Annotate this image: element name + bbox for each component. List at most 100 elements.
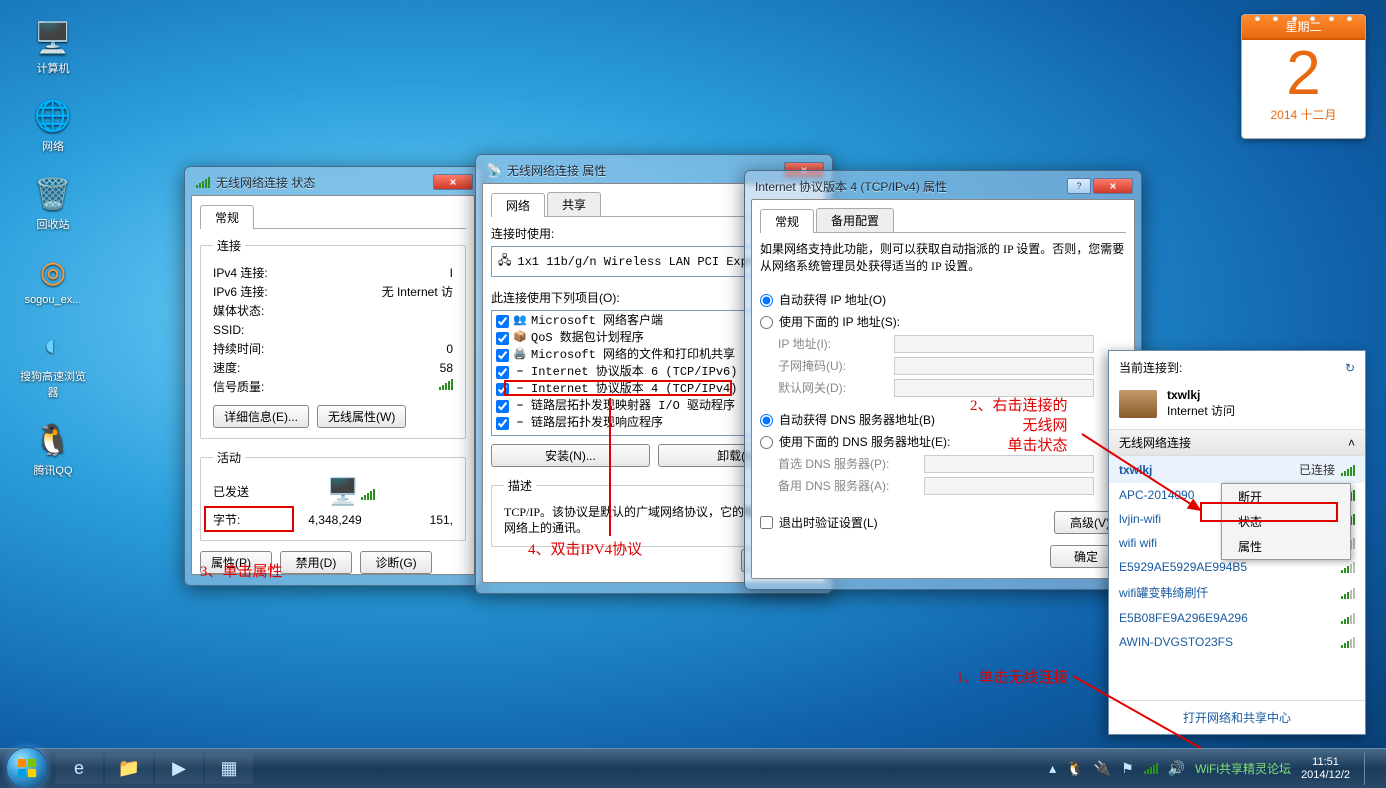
desktop-icon-network[interactable]: 🌐网络 [18, 96, 88, 154]
ipv4-label: IPv4 连接: [213, 264, 268, 283]
radio-manual-dns[interactable] [760, 436, 773, 449]
taskbar-pin-explorer[interactable]: 📁 [105, 754, 153, 784]
tray-power-icon[interactable]: 🔌 [1094, 760, 1111, 777]
radio-manual-ip[interactable] [760, 316, 773, 329]
dns1-label: 首选 DNS 服务器(P): [778, 453, 918, 475]
tab-network[interactable]: 网络 [491, 193, 545, 217]
desktop-icon-computer[interactable]: 🖥️计算机 [18, 18, 88, 76]
help-button[interactable]: ? [1067, 178, 1091, 194]
open-network-center-link[interactable]: 打开网络和共享中心 [1109, 700, 1365, 734]
start-button[interactable] [6, 747, 48, 788]
bytes-label: 字节: [213, 511, 240, 530]
share-icon: 🖨️ [513, 349, 527, 363]
signal-quality-label: 信号质量: [213, 378, 264, 397]
desktop-icon-sogou-browser[interactable]: ◐搜狗高速浏览器 [18, 326, 88, 400]
signal-icon [1341, 464, 1355, 476]
ctx-disconnect[interactable]: 断开 [1222, 484, 1350, 509]
taskbar[interactable]: e 📁 ▶ ▦ ▴ 🐧 🔌 ⚑ 🔊 WiFi共享精灵论坛 11:51 2014/… [0, 748, 1386, 788]
properties-button[interactable]: 属性(P) [200, 551, 272, 574]
tab-general[interactable]: 常规 [200, 205, 254, 229]
mask-input [894, 357, 1094, 375]
ie-icon: e [74, 758, 84, 779]
window-wifi-status[interactable]: 无线网络连接 状态 ✕ 常规 连接 IPv4 连接:I IPv6 连接:无 In… [184, 166, 482, 586]
ip-label: IP 地址(I): [778, 333, 888, 355]
install-button[interactable]: 安装(N)... [491, 444, 650, 467]
adapter-icon: 📡 [486, 162, 502, 178]
taskbar-pin-app[interactable]: ▦ [205, 754, 253, 784]
windows-logo-icon [16, 757, 38, 779]
tab-sharing[interactable]: 共享 [547, 192, 601, 216]
dns2-input [924, 477, 1094, 495]
ipv6-value: 无 Internet 访 [382, 283, 453, 302]
wireless-props-button[interactable]: 无线属性(W) [317, 405, 406, 428]
wifi-flyout[interactable]: 当前连接到: ↻ txwlkj Internet 访问 无线网络连接 ˄ txw… [1108, 350, 1366, 735]
wifi-item[interactable]: AWIN-DVGSTO23FS [1109, 630, 1365, 654]
desktop-icon-sogou-ex[interactable]: ◎sogou_ex... [18, 252, 88, 306]
taskbar-pin-ie[interactable]: e [55, 754, 103, 784]
wifi-item[interactable]: txwlkj已连接 [1109, 456, 1365, 483]
system-tray[interactable]: ▴ 🐧 🔌 ⚑ 🔊 WiFi共享精灵论坛 11:51 2014/12/2 [1049, 753, 1382, 785]
titlebar[interactable]: 无线网络连接 状态 ✕ [191, 173, 475, 195]
qq-icon: 🐧 [33, 420, 73, 460]
refresh-icon[interactable]: ↻ [1345, 361, 1355, 375]
app-icon: ▦ [220, 758, 237, 779]
window-title: Internet 协议版本 4 (TCP/IPv4) 属性 [755, 178, 947, 195]
window-title: 无线网络连接 属性 [507, 162, 606, 179]
group-activity: 活动 已发送 🖥️ 字节: 4,348,249 151, [200, 449, 466, 541]
signal-icon [1341, 561, 1355, 573]
ctx-status[interactable]: 状态 [1222, 509, 1350, 534]
details-button[interactable]: 详细信息(E)... [213, 405, 309, 428]
taskbar-pin-media[interactable]: ▶ [155, 754, 203, 784]
sent-label: 已发送 [213, 483, 249, 500]
diagnose-button[interactable]: 诊断(G) [360, 551, 432, 574]
taskbar-clock[interactable]: 11:51 2014/12/2 [1301, 756, 1350, 782]
tab-alternate[interactable]: 备用配置 [816, 208, 894, 232]
tray-action-center-icon[interactable]: ⚑ [1121, 760, 1134, 777]
gw-label: 默认网关(D): [778, 377, 888, 399]
computer-icon: 🖥️ [33, 18, 73, 58]
dns1-input [924, 455, 1094, 473]
wifi-context-menu[interactable]: 断开 状态 属性 [1221, 483, 1351, 560]
calendar-day: 2 [1242, 44, 1365, 104]
wifi-item[interactable]: wifi罐变韩绮刷仟 [1109, 579, 1365, 606]
signal-icon [1341, 636, 1355, 648]
desktop-icon-recycle[interactable]: 🗑️回收站 [18, 174, 88, 232]
window-ipv4-properties[interactable]: Internet 协议版本 4 (TCP/IPv4) 属性 ? ✕ 常规 备用配… [744, 170, 1142, 590]
window-title: 无线网络连接 状态 [216, 174, 315, 191]
tray-qq-icon[interactable]: 🐧 [1066, 760, 1083, 777]
protocol-icon: ⎯ [513, 383, 527, 397]
tray-chevron-icon[interactable]: ▴ [1049, 760, 1056, 777]
radio-auto-dns[interactable] [760, 414, 773, 427]
tray-network-icon[interactable] [1144, 761, 1158, 777]
calendar-widget[interactable]: 星期二 2 2014 十二月 [1241, 14, 1366, 139]
ssid-label: SSID: [213, 321, 244, 340]
ctx-props[interactable]: 属性 [1222, 534, 1350, 559]
bench-icon [1119, 390, 1157, 418]
browser-icon: ◐ [33, 326, 73, 366]
wifi-item[interactable]: E5B08FE9A296E9A296 [1109, 606, 1365, 630]
group-label: 活动 [213, 449, 245, 466]
show-desktop-button[interactable] [1364, 753, 1374, 785]
validate-checkbox[interactable] [760, 516, 773, 529]
tab-general[interactable]: 常规 [760, 209, 814, 233]
close-button[interactable]: ✕ [1093, 178, 1133, 194]
titlebar[interactable]: Internet 协议版本 4 (TCP/IPv4) 属性 ? ✕ [751, 177, 1135, 199]
desktop-icon-qq[interactable]: 🐧腾讯QQ [18, 420, 88, 478]
chevron-up-icon[interactable]: ˄ [1348, 436, 1355, 450]
mask-label: 子网掩码(U): [778, 355, 888, 377]
tray-volume-icon[interactable]: 🔊 [1168, 760, 1185, 777]
disable-button[interactable]: 禁用(D) [280, 551, 352, 574]
adapter-name: 1x1 11b/g/n Wireless LAN PCI Expres [517, 255, 769, 269]
ipv4-value: I [450, 264, 453, 283]
media-icon: ▶ [172, 758, 186, 779]
dns2-label: 备用 DNS 服务器(A): [778, 475, 918, 497]
current-access: Internet 访问 [1167, 402, 1235, 419]
connected-to-label: 当前连接到: [1119, 359, 1182, 376]
group-connection: 连接 IPv4 连接:I IPv6 连接:无 Internet 访 媒体状态: … [200, 237, 466, 439]
intro-text: 如果网络支持此功能，则可以获取自动指派的 IP 设置。否则，您需要从网络系统管理… [760, 241, 1126, 275]
close-button[interactable]: ✕ [433, 174, 473, 190]
radio-auto-ip[interactable] [760, 294, 773, 307]
desktop-icons: 🖥️计算机 🌐网络 🗑️回收站 ◎sogou_ex... ◐搜狗高速浏览器 🐧腾… [18, 18, 88, 478]
protocol-icon: ⎯ [513, 366, 527, 380]
wifi-section-label: 无线网络连接 [1119, 434, 1191, 451]
